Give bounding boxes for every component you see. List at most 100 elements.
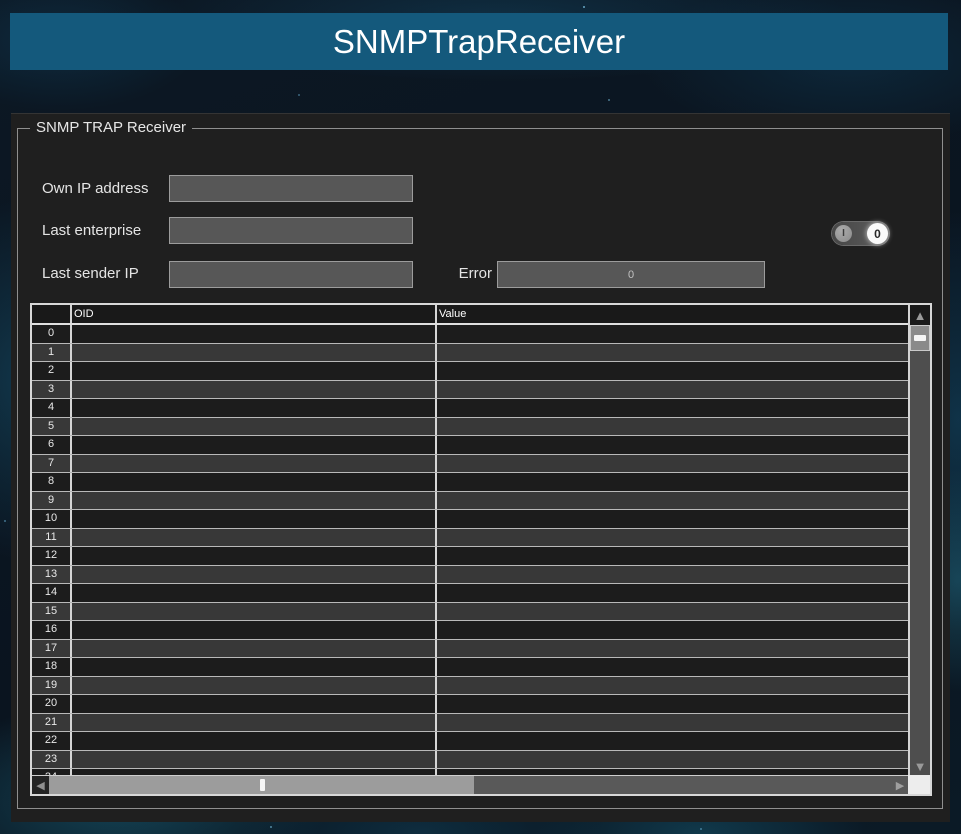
row-value-cell: [437, 399, 908, 417]
row-index-cell: 13: [32, 566, 72, 584]
row-value-cell: [437, 473, 908, 491]
table-row[interactable]: 14: [32, 584, 908, 603]
horizontal-scrollbar[interactable]: ◀ ▶: [32, 775, 908, 794]
table-row[interactable]: 19: [32, 677, 908, 696]
row-index-cell: 1: [32, 344, 72, 362]
row-value-cell: [437, 621, 908, 639]
last-sender-ip-field[interactable]: [169, 261, 413, 288]
table-row[interactable]: 11: [32, 529, 908, 548]
table-row[interactable]: 3: [32, 381, 908, 400]
table-body: 0 1 2 3 4 5 6 7 8: [32, 325, 908, 775]
scroll-right-button[interactable]: ▶: [892, 776, 908, 794]
row-index-cell: 12: [32, 547, 72, 565]
row-oid-cell: [72, 751, 437, 769]
row-oid-cell: [72, 381, 437, 399]
row-index-cell: 2: [32, 362, 72, 380]
row-oid-cell: [72, 658, 437, 676]
table-row[interactable]: 16: [32, 621, 908, 640]
row-value-cell: [437, 547, 908, 565]
row-value-cell: [437, 436, 908, 454]
row-oid-cell: [72, 732, 437, 750]
table-row[interactable]: 12: [32, 547, 908, 566]
vertical-scrollbar[interactable]: ▲ ▼: [908, 305, 930, 775]
table-row[interactable]: 0: [32, 325, 908, 344]
row-oid-cell: [72, 473, 437, 491]
row-oid-cell: [72, 621, 437, 639]
scroll-left-icon: ◀: [36, 779, 44, 792]
title-bar: SNMPTrapReceiver: [10, 13, 948, 70]
row-value-cell: [437, 510, 908, 528]
toggle-off-glyph: 0: [874, 227, 881, 241]
row-oid-cell: [72, 529, 437, 547]
scroll-right-icon: ▶: [896, 779, 904, 792]
toggle-on-icon[interactable]: I: [835, 225, 852, 242]
thumb-grip: [914, 335, 926, 341]
trap-variables-table: OID Value 0 1 2 3 4 5 6 7: [30, 303, 932, 796]
row-value-cell: [437, 640, 908, 658]
table-row[interactable]: 5: [32, 418, 908, 437]
own-ip-address-label: Own IP address: [42, 180, 148, 198]
row-index-cell: 6: [32, 436, 72, 454]
row-value-cell: [437, 455, 908, 473]
row-index-cell: 19: [32, 677, 72, 695]
scroll-left-button[interactable]: ◀: [32, 776, 49, 794]
row-index-cell: 7: [32, 455, 72, 473]
vertical-scrollbar-thumb[interactable]: [910, 325, 930, 351]
row-value-cell: [437, 732, 908, 750]
own-ip-address-field[interactable]: [169, 175, 413, 202]
table-row[interactable]: 10: [32, 510, 908, 529]
row-index-cell: 21: [32, 714, 72, 732]
table-row[interactable]: 6: [32, 436, 908, 455]
table-header-row: OID Value: [32, 305, 908, 325]
power-toggle-switch[interactable]: I 0: [832, 222, 889, 245]
table-row[interactable]: 7: [32, 455, 908, 474]
row-value-cell: [437, 325, 908, 343]
table-row[interactable]: 17: [32, 640, 908, 659]
table-row[interactable]: 23: [32, 751, 908, 770]
row-value-cell: [437, 603, 908, 621]
row-index-cell: 23: [32, 751, 72, 769]
scroll-up-icon: ▲: [914, 309, 927, 322]
horizontal-scrollbar-thumb[interactable]: [49, 776, 474, 794]
row-index-cell: 3: [32, 381, 72, 399]
row-index-cell: 10: [32, 510, 72, 528]
row-oid-cell: [72, 566, 437, 584]
header-oid-cell: OID: [72, 305, 437, 323]
row-value-cell: [437, 344, 908, 362]
table-row[interactable]: 13: [32, 566, 908, 585]
toggle-on-glyph: I: [842, 228, 845, 239]
scroll-up-button[interactable]: ▲: [910, 305, 930, 325]
row-value-cell: [437, 418, 908, 436]
row-oid-cell: [72, 584, 437, 602]
header-index-cell: [32, 305, 72, 323]
table-row[interactable]: 21: [32, 714, 908, 733]
groupbox-label: SNMP TRAP Receiver: [30, 119, 192, 136]
table-row[interactable]: 22: [32, 732, 908, 751]
table-row[interactable]: 8: [32, 473, 908, 492]
table-row[interactable]: 4: [32, 399, 908, 418]
row-oid-cell: [72, 455, 437, 473]
page-title: SNMPTrapReceiver: [333, 23, 625, 61]
table-row[interactable]: 18: [32, 658, 908, 677]
row-oid-cell: [72, 695, 437, 713]
table-row[interactable]: 2: [32, 362, 908, 381]
thumb-grip: [260, 779, 265, 791]
table-row[interactable]: 9: [32, 492, 908, 511]
row-value-cell: [437, 751, 908, 769]
scroll-down-button[interactable]: ▼: [910, 758, 930, 775]
row-index-cell: 14: [32, 584, 72, 602]
scroll-down-icon: ▼: [914, 760, 927, 773]
row-oid-cell: [72, 325, 437, 343]
row-index-cell: 8: [32, 473, 72, 491]
row-oid-cell: [72, 547, 437, 565]
error-count-field[interactable]: [497, 261, 765, 288]
last-enterprise-field[interactable]: [169, 217, 413, 244]
vertical-scrollbar-track[interactable]: ▼: [910, 351, 930, 775]
toggle-off-icon[interactable]: 0: [867, 223, 888, 244]
table-row[interactable]: 1: [32, 344, 908, 363]
row-index-cell: 18: [32, 658, 72, 676]
row-value-cell: [437, 695, 908, 713]
table-row[interactable]: 15: [32, 603, 908, 622]
table-row[interactable]: 20: [32, 695, 908, 714]
horizontal-scrollbar-track[interactable]: [474, 776, 892, 794]
